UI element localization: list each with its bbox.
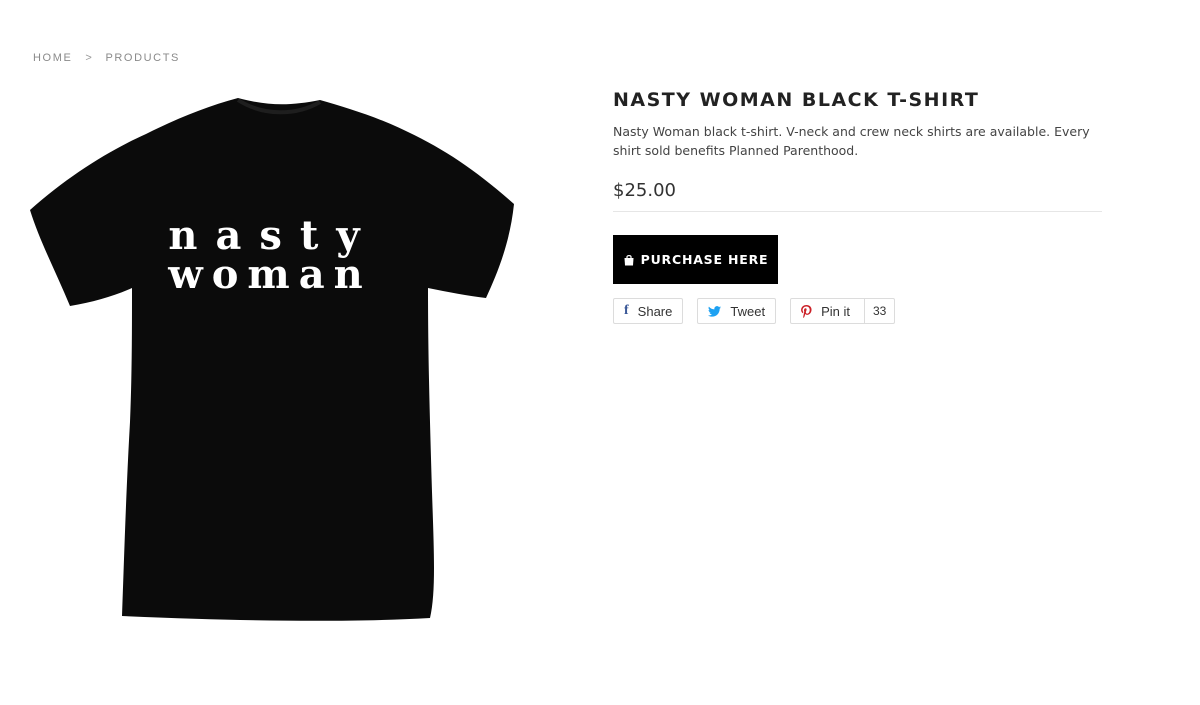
twitter-icon	[708, 305, 722, 317]
tshirt-print-line2: woman	[167, 251, 371, 298]
social-share-bar: f Share Tweet Pin it 33	[613, 298, 1103, 324]
pinterest-share-group: Pin it 33	[790, 298, 896, 324]
purchase-button[interactable]: PURCHASE HERE	[613, 235, 778, 284]
purchase-button-label: PURCHASE HERE	[640, 252, 769, 267]
pinterest-icon	[801, 304, 812, 318]
pinterest-share-label: Pin it	[821, 303, 850, 319]
product-image[interactable]: nasty woman	[28, 92, 518, 627]
facebook-share-button[interactable]: f Share	[613, 298, 684, 324]
pinterest-share-count: 33	[863, 299, 894, 323]
tshirt-image: nasty woman	[30, 98, 514, 621]
tshirt-body	[30, 98, 514, 621]
twitter-share-button[interactable]: Tweet	[697, 298, 777, 324]
breadcrumb-products-link[interactable]: PRODUCTS	[105, 52, 180, 64]
product-title: NASTY WOMAN BLACK T-SHIRT	[613, 89, 980, 111]
breadcrumb: HOME > PRODUCTS	[33, 52, 180, 64]
product-details: NASTY WOMAN BLACK T-SHIRT Nasty Woman bl…	[613, 88, 1103, 324]
product-description: Nasty Woman black t-shirt. V-neck and cr…	[613, 124, 1090, 158]
product-price: $25.00	[613, 180, 1102, 212]
shopping-bag-icon	[624, 254, 634, 265]
pinterest-share-button[interactable]: Pin it	[791, 299, 864, 323]
breadcrumb-separator: >	[85, 52, 94, 64]
facebook-icon: f	[624, 303, 629, 318]
twitter-share-label: Tweet	[730, 303, 766, 319]
breadcrumb-home-link[interactable]: HOME	[33, 52, 72, 64]
facebook-share-label: Share	[637, 303, 673, 319]
